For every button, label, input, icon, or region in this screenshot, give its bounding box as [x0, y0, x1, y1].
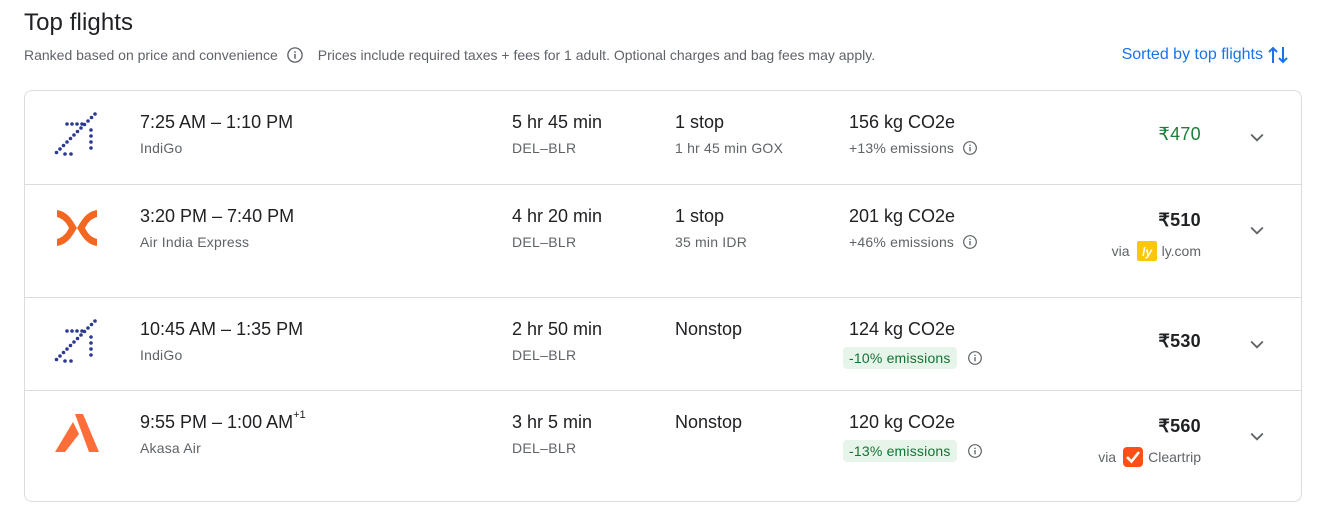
airline-name: Akasa Air	[140, 440, 201, 456]
price: ₹470	[1158, 124, 1201, 144]
co2-value: 201 kg CO2e	[849, 206, 956, 226]
ly-com-logo: ly	[1136, 241, 1157, 261]
sort-label: Sorted by top flights	[1121, 46, 1263, 63]
flight-row[interactable]: 7:25 AM – 1:10 PM IndiGo 5 hr 45 min DEL…	[25, 91, 1301, 184]
airline-name: IndiGo	[140, 140, 183, 156]
layover-detail: 35 min IDR	[675, 234, 748, 250]
air-india-express-logo	[57, 210, 97, 246]
co2-value: 124 kg CO2e	[849, 319, 956, 339]
price-note: Prices include required taxes + fees for…	[317, 47, 876, 63]
flight-row[interactable]: 10:45 AM – 1:35 PM IndiGo 2 hr 50 min DE…	[25, 297, 1301, 390]
flight-row[interactable]: 9:55 PM – 1:00 AM+1 Akasa Air 3 hr 5 min…	[25, 390, 1301, 501]
flight-duration: 3 hr 5 min	[512, 412, 593, 432]
co2-value: 120 kg CO2e	[849, 412, 956, 432]
via-site: Cleartrip	[1148, 449, 1201, 465]
via-site: ly.com	[1161, 243, 1201, 259]
flight-times: 3:20 PM – 7:40 PM	[140, 206, 295, 226]
co2-value: 156 kg CO2e	[849, 112, 956, 132]
booking-source: via ly ly.com	[1112, 241, 1201, 261]
booking-source: via Cleartrip	[1098, 447, 1201, 467]
flight-route: DEL–BLR	[512, 140, 577, 156]
day-offset: +1	[293, 409, 306, 421]
ranking-note: Ranked based on price and convenience	[24, 47, 278, 63]
stops-count: 1 stop	[675, 112, 725, 132]
sort-button[interactable]: Sorted by top flights	[1122, 43, 1289, 67]
indigo-logo	[54, 112, 97, 156]
info-icon[interactable]	[967, 350, 983, 366]
via-label: via	[1098, 449, 1117, 465]
chevron-down-icon[interactable]	[1247, 334, 1267, 354]
stops-count: Nonstop	[675, 412, 743, 432]
chevron-down-icon[interactable]	[1247, 127, 1267, 147]
price: ₹560	[1158, 416, 1201, 436]
emissions-info: -13% emissions	[843, 440, 983, 462]
stops-count: Nonstop	[675, 319, 743, 339]
flight-duration: 5 hr 45 min	[512, 112, 603, 132]
info-icon[interactable]	[962, 140, 978, 156]
flights-list: 7:25 AM – 1:10 PM IndiGo 5 hr 45 min DEL…	[24, 90, 1302, 502]
indigo-logo	[54, 319, 97, 363]
layover-detail: 1 hr 45 min GOX	[675, 140, 784, 156]
akasa-air-logo	[55, 414, 99, 452]
emissions-badge: -13% emissions	[843, 440, 957, 462]
chevron-down-icon[interactable]	[1247, 426, 1267, 446]
flight-times: 9:55 PM – 1:00 AM+1	[140, 409, 306, 432]
airline-name: Air India Express	[140, 234, 250, 250]
price: ₹510	[1158, 210, 1201, 230]
cleartrip-logo	[1123, 447, 1144, 467]
stops-count: 1 stop	[675, 206, 725, 226]
flight-route: DEL–BLR	[512, 347, 577, 363]
emissions-info: -10% emissions	[843, 347, 983, 369]
sort-arrows-icon	[1268, 46, 1288, 64]
flight-row[interactable]: 3:20 PM – 7:40 PM Air India Express 4 hr…	[25, 184, 1301, 297]
chevron-down-icon[interactable]	[1247, 220, 1267, 240]
emissions-badge: -10% emissions	[843, 347, 957, 369]
flight-times: 7:25 AM – 1:10 PM	[140, 112, 294, 132]
svg-text:ly: ly	[1142, 245, 1153, 259]
flight-times: 10:45 AM – 1:35 PM	[140, 319, 304, 339]
info-icon[interactable]	[962, 234, 978, 250]
emissions-text: +13% emissions	[849, 140, 955, 156]
emissions-info: +46% emissions	[849, 234, 978, 250]
ranking-subtitle: Ranked based on price and convenience Pr…	[24, 46, 875, 64]
info-icon[interactable]	[967, 443, 983, 459]
page-title: Top flights	[24, 9, 134, 36]
info-icon[interactable]	[286, 46, 304, 64]
via-label: via	[1111, 243, 1130, 259]
flight-route: DEL–BLR	[512, 440, 577, 456]
emissions-info: +13% emissions	[849, 140, 978, 156]
flight-route: DEL–BLR	[512, 234, 577, 250]
price: ₹530	[1158, 331, 1201, 351]
flight-duration: 4 hr 20 min	[512, 206, 603, 226]
emissions-text: +46% emissions	[849, 234, 955, 250]
airline-name: IndiGo	[140, 347, 183, 363]
flight-duration: 2 hr 50 min	[512, 319, 603, 339]
